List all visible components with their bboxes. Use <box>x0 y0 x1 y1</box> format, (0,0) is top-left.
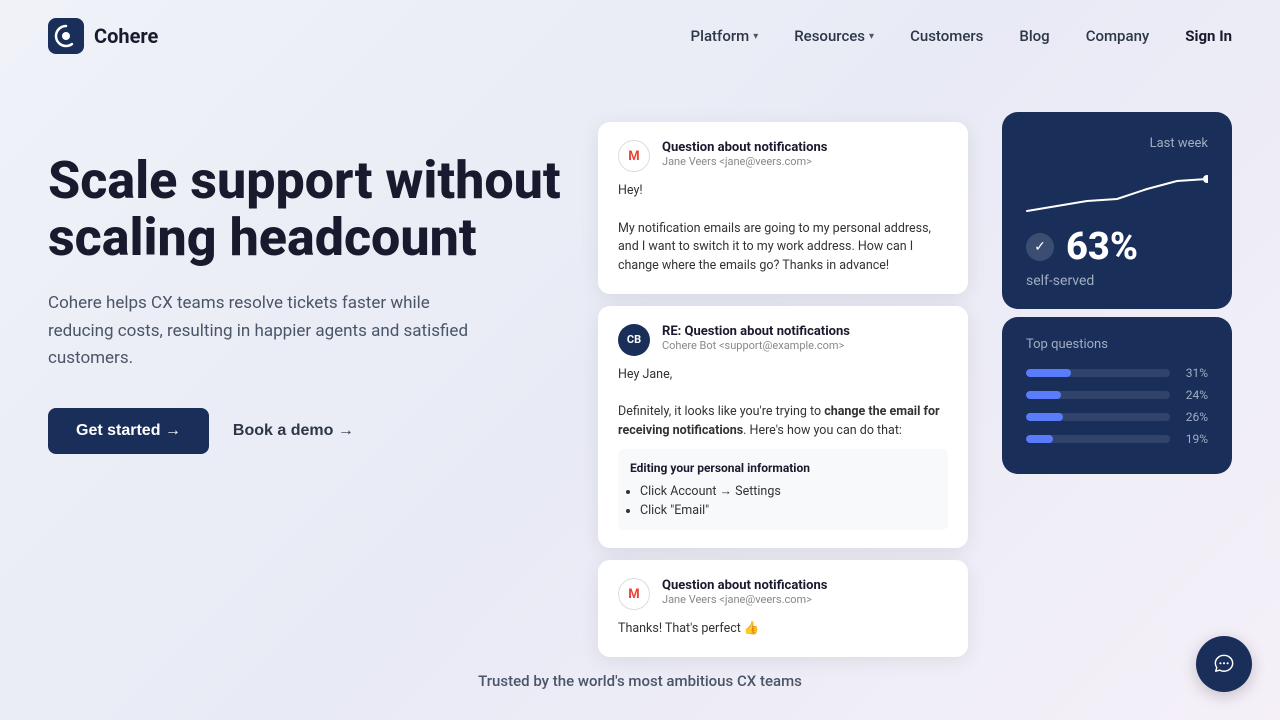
nav-resources-link[interactable]: Resources ▾ <box>794 27 874 45</box>
email-card-2: CB RE: Question about notifications Cohe… <box>598 306 968 549</box>
stat-chart <box>1026 171 1208 221</box>
nav-company[interactable]: Company <box>1086 27 1150 45</box>
nav-resources[interactable]: Resources ▾ <box>794 27 874 45</box>
editing-box-title: Editing your personal information <box>630 459 936 477</box>
nav-platform-link[interactable]: Platform ▾ <box>691 27 759 45</box>
stat-percent: 63% <box>1066 225 1138 269</box>
nav-blog[interactable]: Blog <box>1019 27 1049 45</box>
bar-row-3: 26% <box>1026 410 1208 424</box>
email-card-1: M Question about notifications Jane Veer… <box>598 122 968 294</box>
editing-box: Editing your personal information Click … <box>618 449 948 531</box>
nav-blog-link[interactable]: Blog <box>1019 27 1049 45</box>
email-from-1: Jane Veers <jane@veers.com> <box>662 155 827 168</box>
bar-row-2: 24% <box>1026 388 1208 402</box>
bar-fill-3 <box>1026 413 1063 421</box>
email-from-3: Jane Veers <jane@veers.com> <box>662 593 827 606</box>
bar-pct-3: 26% <box>1178 410 1208 424</box>
book-demo-button[interactable]: Book a demo → <box>233 422 354 440</box>
step-1: Click Account → Settings <box>640 483 936 502</box>
email-stack: M Question about notifications Jane Veer… <box>598 122 968 669</box>
email-header-1: M Question about notifications Jane Veer… <box>618 140 948 172</box>
stat-last-week-label: Last week <box>1026 136 1208 151</box>
bar-track-2 <box>1026 391 1170 399</box>
avatar-gmail-3: M <box>618 578 650 610</box>
avatar-gmail-1: M <box>618 140 650 172</box>
email-title-3: Question about notifications <box>662 578 827 593</box>
email-body-3: Thanks! That's perfect 👍 <box>618 620 948 639</box>
email-from-2: Cohere Bot <support@example.com> <box>662 339 850 352</box>
bar-fill-4 <box>1026 435 1053 443</box>
bar-row-1: 31% <box>1026 366 1208 380</box>
nav-signin[interactable]: Sign In <box>1185 27 1232 45</box>
bar-pct-4: 19% <box>1178 432 1208 446</box>
chat-bubble-button[interactable] <box>1196 636 1252 692</box>
nav-customers[interactable]: Customers <box>910 27 983 45</box>
email-title-2: RE: Question about notifications <box>662 324 850 339</box>
email-body-1: Hey! My notification emails are going to… <box>618 182 948 276</box>
bar-row-4: 19% <box>1026 432 1208 446</box>
nav-signin-link[interactable]: Sign In <box>1185 27 1232 45</box>
stat-card-selfserved: Last week ✓ 63% self-served <box>1002 112 1232 309</box>
nav-links: Platform ▾ Resources ▾ Customers Blog Co… <box>691 27 1232 45</box>
bar-pct-1: 31% <box>1178 366 1208 380</box>
hero-section: Scale support without scaling headcount … <box>0 72 1280 660</box>
navigation: Cohere Platform ▾ Resources ▾ Customers … <box>0 0 1280 72</box>
nav-company-link[interactable]: Company <box>1086 27 1150 45</box>
chevron-down-icon: ▾ <box>869 31 874 42</box>
top-questions-title: Top questions <box>1026 337 1208 352</box>
email-body-2: Hey Jane, Definitely, it looks like you'… <box>618 366 948 531</box>
logo[interactable]: Cohere <box>48 18 158 54</box>
editing-steps: Click Account → Settings Click "Email" <box>640 483 936 521</box>
nav-customers-link[interactable]: Customers <box>910 27 983 45</box>
stat-percent-row: ✓ 63% <box>1026 225 1208 269</box>
bar-fill-1 <box>1026 369 1071 377</box>
stat-card-questions: Top questions 31% 24% 26% <box>1002 317 1232 474</box>
bar-fill-2 <box>1026 391 1061 399</box>
avatar-bot: CB <box>618 324 650 356</box>
chat-icon <box>1211 651 1237 677</box>
bar-pct-2: 24% <box>1178 388 1208 402</box>
hero-cta: Get started → Book a demo → <box>48 408 568 454</box>
email-header-2: CB RE: Question about notifications Cohe… <box>618 324 948 356</box>
get-started-button[interactable]: Get started → <box>48 408 209 454</box>
email-card-3: M Question about notifications Jane Veer… <box>598 560 968 657</box>
bar-track-3 <box>1026 413 1170 421</box>
hero-right: M Question about notifications Jane Veer… <box>568 112 1232 612</box>
hero-subtext: Cohere helps CX teams resolve tickets fa… <box>48 290 488 372</box>
stat-selfserved-label: self-served <box>1026 273 1208 289</box>
stat-check-icon: ✓ <box>1026 233 1054 261</box>
email-header-3: M Question about notifications Jane Veer… <box>618 578 948 610</box>
hero-heading: Scale support without scaling headcount <box>48 152 568 266</box>
bar-track-4 <box>1026 435 1170 443</box>
trusted-text: Trusted by the world's most ambitious CX… <box>478 672 802 690</box>
logo-text: Cohere <box>94 24 158 48</box>
step-2: Click "Email" <box>640 502 936 521</box>
bar-track-1 <box>1026 369 1170 377</box>
nav-platform[interactable]: Platform ▾ <box>691 27 759 45</box>
email-title-1: Question about notifications <box>662 140 827 155</box>
hero-left: Scale support without scaling headcount … <box>48 112 568 454</box>
chevron-down-icon: ▾ <box>753 31 758 42</box>
